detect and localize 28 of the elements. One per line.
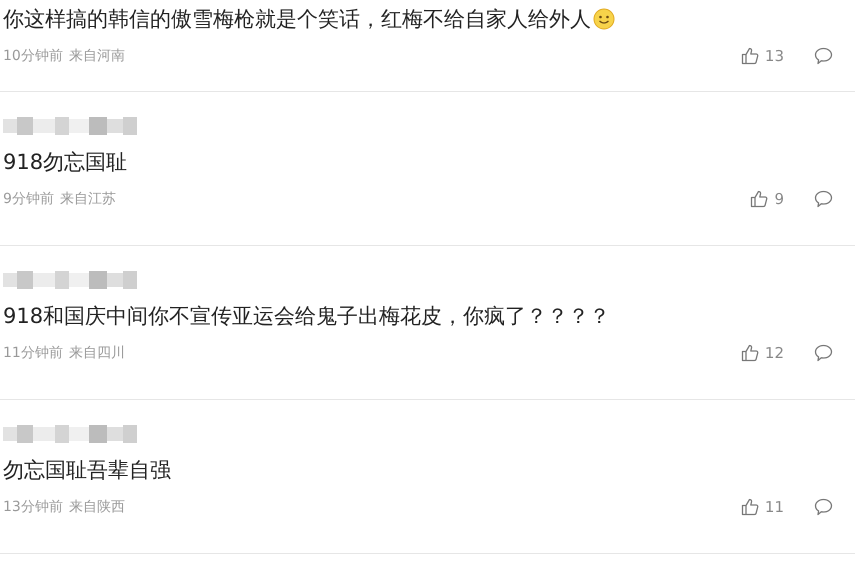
comment-button[interactable] xyxy=(814,190,833,208)
comment-location: 来自江苏 xyxy=(60,190,116,208)
like-button[interactable]: 13 xyxy=(740,47,784,65)
comment-button[interactable] xyxy=(814,344,833,362)
comment-button[interactable] xyxy=(814,498,833,516)
speech-bubble-icon xyxy=(814,498,833,516)
comment-time: 10分钟前 xyxy=(3,47,63,65)
comment-text: 勿忘国耻吾辈自强 xyxy=(3,457,171,484)
speech-bubble-icon xyxy=(814,344,833,362)
thumbs-up-icon xyxy=(750,190,770,208)
comment-time: 9分钟前 xyxy=(3,190,54,208)
comment-text: 你这样搞的韩信的傲雪梅枪就是个笑话，红梅不给自家人给外人 xyxy=(3,6,591,33)
comment-time: 13分钟前 xyxy=(3,498,63,516)
speech-bubble-icon xyxy=(814,190,833,208)
comment-time: 11分钟前 xyxy=(3,344,63,362)
speech-bubble-icon xyxy=(814,47,833,65)
thumbs-up-icon xyxy=(740,344,760,362)
comment-location: 来自四川 xyxy=(68,344,125,362)
like-button[interactable]: 12 xyxy=(740,344,784,362)
comment-location: 来自陕西 xyxy=(68,498,125,516)
comment-button[interactable] xyxy=(814,47,833,65)
thumbs-up-icon xyxy=(740,498,760,516)
comment-location: 来自河南 xyxy=(68,47,125,65)
comment-text: 918勿忘国耻 xyxy=(3,149,128,176)
thumbs-up-icon xyxy=(740,47,760,65)
like-button[interactable]: 9 xyxy=(750,190,784,208)
like-button[interactable]: 11 xyxy=(740,498,784,516)
comment-text: 918和国庆中间你不宣传亚运会给鬼子出梅花皮，你疯了？？？？ xyxy=(3,303,610,330)
